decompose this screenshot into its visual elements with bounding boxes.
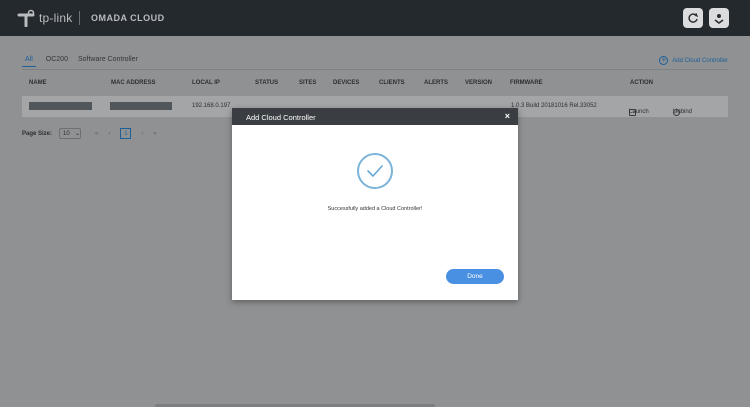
current-page[interactable]: 1 (120, 128, 132, 139)
column-header: FIRMWARE (510, 80, 543, 86)
tab-software-controller[interactable]: Software Controller (78, 56, 138, 67)
local-ip-cell: 192.168.0.197 (192, 103, 231, 109)
account-menu-button[interactable] (709, 8, 729, 28)
page-size-label: Page Size: (22, 130, 53, 137)
page-size-value: 10 (63, 130, 70, 137)
column-header: MAC ADDRESS (111, 80, 156, 86)
app-title: OMADA CLOUD (91, 13, 165, 23)
refresh-icon (688, 13, 699, 23)
user-menu-icon (714, 14, 724, 24)
tab-oc200[interactable]: OC200 (46, 56, 68, 67)
top-bar: tp-link OMADA CLOUD (0, 0, 750, 36)
logo-text: tp-link (39, 11, 73, 25)
tab-divider (22, 69, 728, 70)
add-cloud-controller-label: Add Cloud Controller (672, 57, 728, 64)
first-page-button[interactable]: « (95, 131, 98, 137)
page-size-select[interactable]: 10 ⌄ (59, 128, 82, 139)
controller-tabs: All OC200 Software Controller (22, 56, 138, 67)
logo-divider (79, 11, 80, 25)
checkmark-icon (367, 165, 383, 177)
column-header: STATUS (255, 80, 279, 86)
tp-link-logo-icon (17, 9, 35, 27)
dialog-title: Add Cloud Controller (246, 113, 316, 122)
firmware-cell: 1.0.3 Build 20181016 Rel.33052 (511, 103, 597, 109)
redacted-name (29, 102, 92, 110)
column-header: ACTION (630, 80, 653, 86)
chevron-down-icon: ⌄ (74, 131, 81, 137)
launch-label: Launch (629, 109, 649, 115)
column-header: DEVICES (333, 80, 360, 86)
last-page-button[interactable]: » (153, 131, 156, 137)
prev-page-button[interactable]: ‹ (108, 131, 110, 137)
dialog-header: Add Cloud Controller × (232, 108, 518, 125)
tp-link-logo: tp-link (16, 9, 72, 27)
refresh-button[interactable] (683, 8, 703, 28)
tab-all[interactable]: All (22, 56, 36, 67)
redacted-mac (110, 102, 172, 110)
add-cloud-controller-dialog: Add Cloud Controller × Successfully adde… (232, 108, 518, 300)
column-header: VERSION (465, 80, 493, 86)
pagination: Page Size: 10 ⌄ « ‹ 1 › » (22, 128, 167, 139)
success-message: Successfully added a Cloud Controller! (327, 206, 423, 212)
done-button[interactable]: Done (446, 269, 504, 284)
unbind-label: Unbind (673, 109, 693, 115)
column-header: ALERTS (424, 80, 448, 86)
column-header: NAME (29, 80, 47, 86)
column-header: CLIENTS (379, 80, 405, 86)
success-check-icon (357, 153, 393, 189)
plus-circle-icon: + (659, 56, 669, 65)
close-icon[interactable]: × (505, 111, 510, 121)
column-header: LOCAL IP (192, 80, 220, 86)
add-cloud-controller-link[interactable]: + Add Cloud Controller (659, 56, 728, 65)
next-page-button[interactable]: › (141, 131, 143, 137)
column-header: SITES (299, 80, 317, 86)
